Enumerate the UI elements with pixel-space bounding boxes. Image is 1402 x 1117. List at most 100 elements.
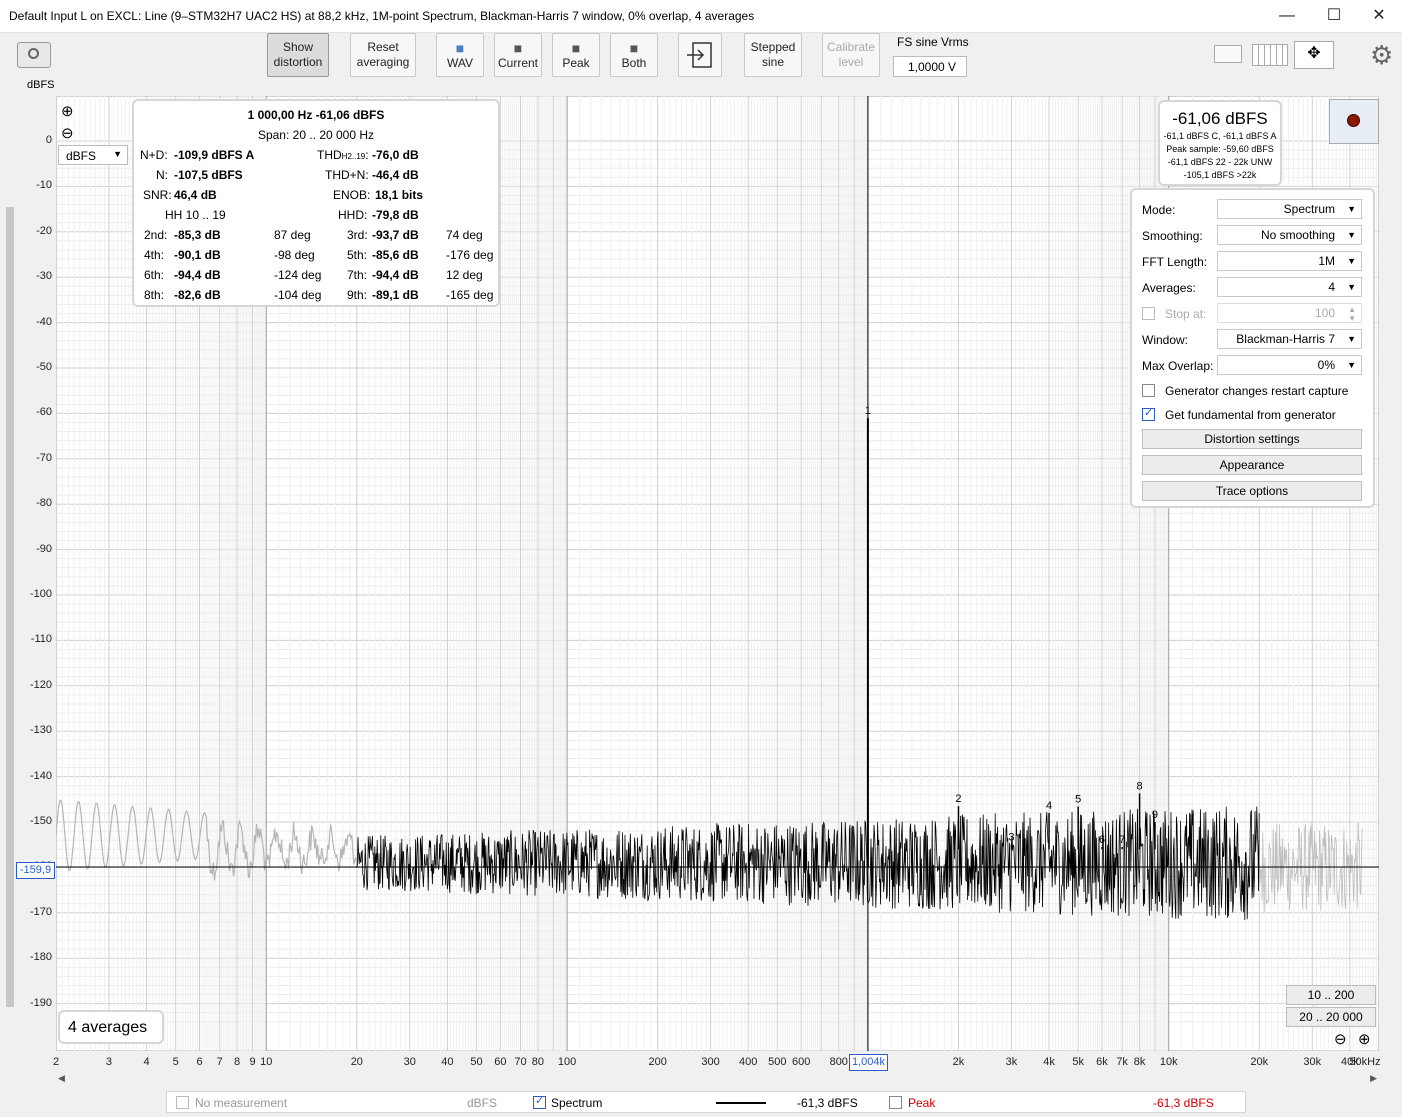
spectrum-value: -61,3 dBFS bbox=[797, 1096, 858, 1110]
harmonic-label: 7th: bbox=[347, 268, 368, 282]
harmonic-value: -94,4 dB bbox=[174, 268, 221, 282]
close-button[interactable]: ✕ bbox=[1356, 0, 1402, 32]
x-tick-label: 800 bbox=[829, 1056, 848, 1068]
max-overlap-label: Max Overlap: bbox=[1142, 359, 1214, 373]
no-measurement-unit: dBFS bbox=[467, 1096, 498, 1110]
peak-checkbox[interactable] bbox=[889, 1096, 902, 1109]
columns-icon[interactable] bbox=[1252, 43, 1288, 66]
minimize-button[interactable]: — bbox=[1264, 0, 1310, 32]
hh-label: HH 10 .. 19 bbox=[165, 208, 226, 222]
export-button[interactable] bbox=[678, 33, 722, 77]
harmonic-phase: -165 deg bbox=[446, 288, 494, 302]
appearance-button[interactable]: Appearance bbox=[1142, 455, 1362, 475]
n-value: -107,5 dBFS bbox=[174, 168, 243, 182]
calibrate-level-button[interactable]: Calibrate level bbox=[822, 33, 880, 77]
cursor-level-readout[interactable]: -159,9 bbox=[16, 862, 55, 879]
fs-sine-label: FS sine Vrms bbox=[897, 35, 969, 49]
save-icon: ■ bbox=[571, 39, 581, 56]
get-fundamental-checkbox[interactable]: ✓ bbox=[1142, 407, 1155, 421]
x-zoom-out-icon[interactable]: ⊖ bbox=[1334, 1030, 1347, 1048]
peak-label: Peak bbox=[908, 1096, 936, 1110]
range-10-200-button[interactable]: 10 .. 200 bbox=[1286, 985, 1376, 1005]
harmonic-label: 6th: bbox=[144, 268, 165, 282]
distortion-settings-button[interactable]: Distortion settings bbox=[1142, 429, 1362, 449]
show-distortion-label-1: Show bbox=[282, 40, 314, 54]
n-label: N: bbox=[156, 168, 168, 182]
move-icon[interactable]: ✥ bbox=[1294, 41, 1334, 69]
no-measurement-checkbox[interactable] bbox=[176, 1096, 189, 1109]
harmonic-label: 4 bbox=[1046, 800, 1052, 812]
chevron-down-icon: ▼ bbox=[1347, 282, 1356, 292]
y-tick-label: -90 bbox=[36, 542, 52, 555]
gear-icon[interactable]: ⚙ bbox=[1370, 40, 1393, 71]
thdn-value: -46,4 dB bbox=[372, 168, 419, 182]
y-tick-label: -100 bbox=[29, 588, 52, 600]
x-tick-label: 20 bbox=[350, 1056, 363, 1068]
harmonic-label: 5th: bbox=[347, 248, 368, 262]
save-both-button[interactable]: ■ Both bbox=[610, 33, 658, 77]
reset-averaging-button[interactable]: Reset averaging bbox=[350, 33, 416, 77]
x-tick-label: 30 bbox=[403, 1056, 416, 1068]
stop-at-stepper[interactable]: 100 ▲ ▼ bbox=[1217, 303, 1362, 323]
harmonic-value: -82,6 dB bbox=[174, 288, 221, 302]
x-tick-label: 80 bbox=[531, 1056, 545, 1068]
zoom-in-icon[interactable]: ⊕ bbox=[61, 102, 74, 120]
get-fundamental-label: Get fundamental from generator bbox=[1165, 408, 1336, 422]
fft-length-select[interactable]: 1M ▼ bbox=[1217, 251, 1362, 271]
x-tick-label: 5k bbox=[1072, 1056, 1084, 1068]
stepped-sine-button[interactable]: Stepped sine bbox=[744, 33, 802, 77]
both-label: Both bbox=[621, 55, 647, 70]
horizontal-scrollbar[interactable]: ◀ ▶ bbox=[56, 1073, 1379, 1086]
layout-icon[interactable] bbox=[1209, 43, 1243, 65]
smoothing-select[interactable]: No smoothing ▼ bbox=[1217, 225, 1362, 245]
x-tick-label: 8k bbox=[1133, 1056, 1146, 1068]
window-label: Window: bbox=[1142, 333, 1189, 347]
y-tick-label: -120 bbox=[29, 678, 52, 691]
vertical-scrollbar[interactable] bbox=[4, 97, 14, 1047]
window-select[interactable]: Blackman-Harris 7 ▼ bbox=[1217, 329, 1362, 349]
max-overlap-select[interactable]: 0% ▼ bbox=[1217, 355, 1362, 375]
smoothing-label: Smoothing: bbox=[1142, 229, 1203, 243]
unit-select[interactable]: dBFS ▼ bbox=[58, 145, 128, 165]
x-tick-label: 7k bbox=[1116, 1056, 1128, 1068]
harmonic-label: 3rd: bbox=[347, 228, 368, 242]
trace-options-button[interactable]: Trace options bbox=[1142, 481, 1362, 501]
harmonic-value: -89,1 dB bbox=[372, 288, 419, 302]
show-distortion-button[interactable]: Show distortion bbox=[267, 33, 329, 77]
x-tick-label: 5 bbox=[172, 1056, 179, 1068]
x-tick-label: 9 bbox=[249, 1056, 256, 1068]
stop-at-checkbox[interactable] bbox=[1142, 307, 1155, 320]
camera-icon[interactable] bbox=[17, 42, 51, 68]
save-current-button[interactable]: ■ Current bbox=[494, 33, 542, 77]
reset-averaging-label-1: Reset bbox=[367, 40, 399, 54]
y-tick-label: -140 bbox=[29, 769, 52, 782]
cursor-frequency-readout[interactable]: 1,004k bbox=[849, 1054, 888, 1071]
y-tick-label: 0 bbox=[45, 134, 52, 146]
harmonic-phase: 12 deg bbox=[446, 268, 483, 282]
harmonic-label: 3 bbox=[1008, 832, 1014, 844]
x-zoom-in-icon[interactable]: ⊕ bbox=[1358, 1030, 1371, 1048]
averages-select[interactable]: 4 ▼ bbox=[1217, 277, 1362, 297]
fs-sine-input[interactable]: 1,0000 V bbox=[893, 56, 967, 77]
hhd-value: -79,8 dB bbox=[372, 208, 419, 222]
maximize-button[interactable]: ☐ bbox=[1311, 0, 1357, 32]
range-20-20000-button[interactable]: 20 .. 20 000 bbox=[1286, 1007, 1376, 1027]
reset-averaging-label-2: averaging bbox=[356, 55, 410, 69]
enob-label: ENOB: bbox=[333, 188, 371, 202]
x-tick-label: 6k bbox=[1096, 1056, 1108, 1068]
mode-select[interactable]: Spectrum ▼ bbox=[1217, 199, 1362, 219]
y-tick-label: -20 bbox=[36, 224, 52, 237]
generator-restart-checkbox[interactable] bbox=[1142, 384, 1155, 397]
wav-button[interactable]: ■ WAV bbox=[436, 33, 484, 77]
averages-label: Averages: bbox=[1142, 281, 1196, 295]
zoom-out-icon[interactable]: ⊖ bbox=[61, 124, 74, 142]
save-icon: ■ bbox=[513, 39, 523, 56]
spectrum-checkbox[interactable]: ✓ bbox=[533, 1095, 546, 1109]
save-peak-button[interactable]: ■ Peak bbox=[552, 33, 600, 77]
thd-value: -76,0 dB bbox=[372, 148, 419, 162]
x-tick-label: 2k bbox=[952, 1056, 965, 1068]
record-button[interactable] bbox=[1329, 99, 1379, 144]
stats-span: Span: 20 .. 20 000 Hz bbox=[257, 128, 375, 142]
harmonic-value: -94,4 dB bbox=[372, 268, 419, 282]
x-tick-label: 8 bbox=[234, 1056, 241, 1068]
